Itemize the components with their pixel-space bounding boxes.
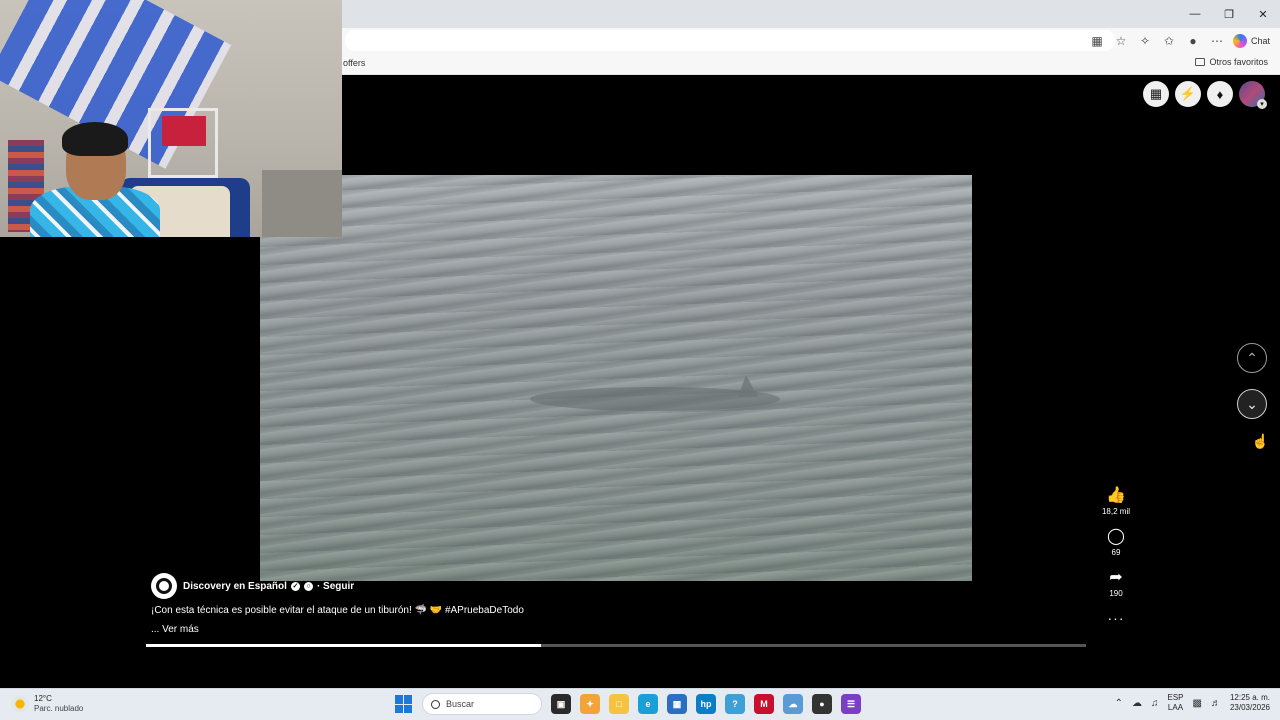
- discovery-logo-icon: [156, 578, 172, 594]
- reel-video[interactable]: [260, 175, 972, 581]
- notifications-bell-icon[interactable]: ♦: [1207, 81, 1233, 107]
- chevron-up-icon[interactable]: ⌃: [1115, 698, 1123, 709]
- globe-icon: ○: [303, 581, 313, 591]
- lang-bottom: LAA: [1167, 703, 1184, 712]
- chevron-down-icon: ▾: [1257, 99, 1267, 109]
- search-placeholder: Buscar: [446, 699, 475, 709]
- like-action[interactable]: 👍 18,2 mil: [1102, 487, 1130, 516]
- post-caption: ¡Con esta técnica es posible evitar el a…: [151, 605, 524, 616]
- file-explorer-icon[interactable]: □: [609, 694, 629, 714]
- browser-toolbar: ▦ ☆ ✧ ✩ ● ⋯ Chat: [1087, 31, 1272, 51]
- streaming-app-icon[interactable]: ☰: [841, 694, 861, 714]
- window-controls: — ❐ ✕: [1178, 0, 1280, 28]
- edge-browser-icon[interactable]: e: [638, 694, 658, 714]
- account-avatar[interactable]: ▾: [1239, 81, 1267, 109]
- wifi-icon[interactable]: ▩: [1193, 698, 1202, 709]
- like-count: 18,2 mil: [1101, 507, 1130, 516]
- volume-icon[interactable]: ♬: [1211, 698, 1221, 709]
- cloud-icon[interactable]: ☁: [1132, 698, 1142, 709]
- comment-icon: ◯: [1107, 528, 1125, 545]
- microphone-icon[interactable]: ♫: [1151, 698, 1159, 709]
- cam-box: [162, 116, 206, 146]
- search-icon: [431, 699, 440, 709]
- windows-taskbar: 12°C Parc. nublado Buscar ▣ ✦ □ e ▦ hp ?…: [0, 688, 1280, 720]
- restore-button[interactable]: ❐: [1212, 0, 1246, 28]
- close-button[interactable]: ✕: [1246, 0, 1280, 28]
- weather-desc: Parc. nublado: [34, 704, 84, 713]
- author-row: Discovery en Español ✓ ○ · Seguir: [151, 573, 1091, 599]
- weather-temp: 12°C: [34, 694, 52, 703]
- task-view-icon[interactable]: ▣: [551, 694, 571, 714]
- comment-action[interactable]: ◯ 69: [1107, 528, 1125, 557]
- screen: — ❐ ✕ ▦ ☆ ✧ ✩ ● ⋯ Chat offers Otros favo…: [0, 0, 1280, 720]
- author-name[interactable]: Discovery en Español: [183, 581, 287, 592]
- recording-app-icon[interactable]: ●: [812, 694, 832, 714]
- video-progress-fill: [146, 644, 541, 647]
- taskbar-search[interactable]: Buscar: [422, 693, 542, 715]
- lang-top: ESP: [1167, 693, 1184, 702]
- share-arrow-icon: ➦: [1109, 569, 1123, 586]
- start-button[interactable]: [395, 695, 413, 713]
- next-reel-button[interactable]: ⌄: [1237, 389, 1267, 419]
- share-count: 190: [1109, 589, 1123, 598]
- author-logo[interactable]: [151, 573, 177, 599]
- menu-grid-icon[interactable]: ▦: [1143, 81, 1169, 107]
- url-field[interactable]: [345, 30, 1115, 51]
- language-indicator[interactable]: ESP LAA: [1167, 693, 1183, 713]
- store-icon[interactable]: ▦: [667, 694, 687, 714]
- reel-actions: 👍 18,2 mil ◯ 69 ➦ 190 ···: [1096, 487, 1136, 626]
- bookmark-offers[interactable]: offers: [343, 58, 365, 68]
- network-app-icon[interactable]: ☁: [783, 694, 803, 714]
- weather-text: 12°C Parc. nublado: [34, 694, 83, 714]
- copilot-app-icon[interactable]: ✦: [580, 694, 600, 714]
- profile-icon[interactable]: ●: [1183, 31, 1203, 51]
- see-more-link[interactable]: ... Ver más: [151, 624, 1091, 635]
- settings-more-icon[interactable]: ⋯: [1207, 31, 1227, 51]
- favorites-icon[interactable]: ✩: [1159, 31, 1179, 51]
- hp-icon[interactable]: hp: [696, 694, 716, 714]
- clock-date: 23/03/2026: [1229, 703, 1270, 712]
- post-info: Discovery en Español ✓ ○ · Seguir ¡Con e…: [151, 573, 1091, 635]
- follow-button[interactable]: · Seguir: [317, 581, 354, 592]
- more-options-button[interactable]: ···: [1108, 610, 1125, 626]
- copilot-chat-button[interactable]: Chat: [1231, 34, 1272, 48]
- minimize-button[interactable]: —: [1178, 0, 1212, 28]
- taskbar-apps: Buscar ▣ ✦ □ e ▦ hp ? M ☁ ● ☰: [395, 693, 861, 715]
- share-action[interactable]: ➦ 190: [1109, 569, 1122, 598]
- weather-widget[interactable]: 12°C Parc. nublado: [12, 694, 83, 714]
- hand-cursor-icon: ☝: [1251, 433, 1269, 449]
- folder-icon: [1195, 58, 1206, 66]
- partly-cloudy-icon: [12, 696, 28, 712]
- other-favorites-label: Otros favoritos: [1209, 57, 1268, 67]
- bookmark-other-favorites[interactable]: Otros favoritos: [1195, 57, 1268, 67]
- extensions-icon[interactable]: ✧: [1135, 31, 1155, 51]
- favorite-star-icon[interactable]: ☆: [1111, 31, 1131, 51]
- clock-time: 12:25 a. m.: [1229, 693, 1270, 702]
- previous-reel-button[interactable]: ⌃: [1237, 343, 1267, 373]
- cam-person-hair: [62, 122, 128, 156]
- cam-wall: [262, 170, 342, 237]
- video-progress-bar[interactable]: [146, 644, 1086, 647]
- top-right-icons: ▦ ⚡ ♦ ▾: [1143, 81, 1267, 109]
- comment-count: 69: [1111, 548, 1121, 557]
- clock[interactable]: 12:25 a. m. 23/03/2026: [1230, 693, 1270, 713]
- webcam-overlay: [0, 0, 342, 237]
- video-dolphin-fin: [738, 375, 758, 397]
- copilot-icon: [1232, 34, 1247, 48]
- system-tray: ⌃ ☁ ♫ ESP LAA ▩ ♬ 12:25 a. m. 23/03/2026: [1115, 693, 1270, 713]
- mcafee-icon[interactable]: M: [754, 694, 774, 714]
- verified-badge-icon: ✓: [290, 581, 300, 591]
- messenger-icon[interactable]: ⚡: [1175, 81, 1201, 107]
- support-icon[interactable]: ?: [725, 694, 745, 714]
- chat-label: Chat: [1250, 36, 1270, 46]
- app-available-icon[interactable]: ▦: [1087, 31, 1107, 51]
- thumbs-up-icon: 👍: [1106, 487, 1126, 504]
